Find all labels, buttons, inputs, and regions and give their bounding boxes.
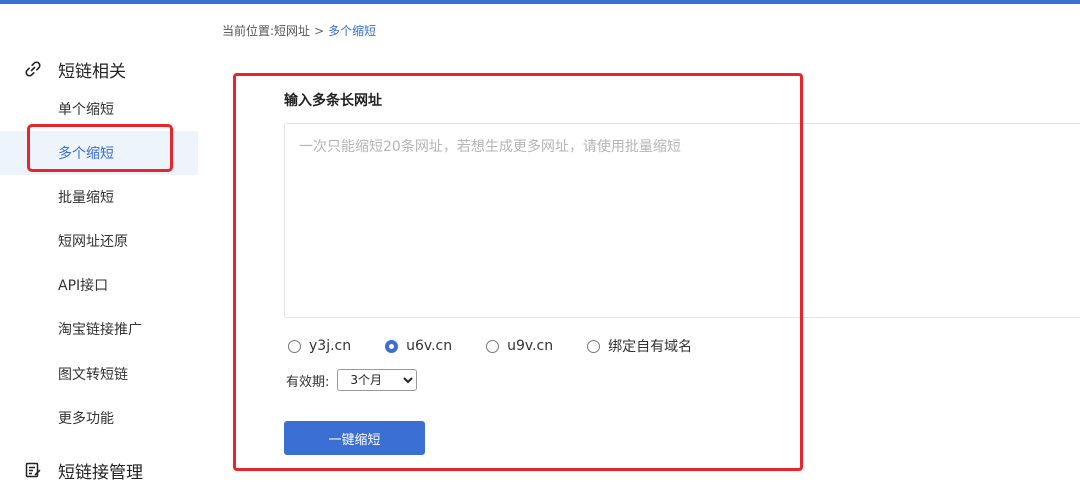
sidebar-item-label: 批量缩短 xyxy=(58,190,114,206)
radio-unchecked-icon[interactable] xyxy=(288,339,301,353)
sidebar-group-link-management[interactable]: 短链接管理 xyxy=(22,458,143,483)
breadcrumb-current: 多个缩短 xyxy=(328,24,377,38)
sidebar-item-label: 短网址还原 xyxy=(58,234,128,250)
sidebar-group-label: 短链相关 xyxy=(58,61,126,82)
sidebar-item-taobao-promo[interactable]: 淘宝链接推广 xyxy=(0,307,198,351)
radio-unchecked-icon[interactable] xyxy=(486,339,500,353)
sidebar-item-label: 多个缩短 xyxy=(58,146,114,162)
sidebar-item-label: 更多功能 xyxy=(58,411,114,427)
radio-unchecked-icon[interactable] xyxy=(587,339,601,353)
sidebar-item-batch-shorten[interactable]: 批量缩短 xyxy=(0,175,198,219)
edit-list-icon xyxy=(22,459,44,481)
sidebar-item-api[interactable]: API接口 xyxy=(0,263,198,307)
domain-option-u6v[interactable]: u6v.cn xyxy=(385,338,452,354)
domain-option-custom[interactable]: 绑定自有域名 xyxy=(587,336,692,356)
radio-checked-icon[interactable] xyxy=(385,339,399,353)
domain-option-label: 绑定自有域名 xyxy=(608,339,693,355)
sidebar-group-label: 短链接管理 xyxy=(58,462,143,483)
domain-radio-group: y3j.cn u6v.cn u9v.cn 绑定自有域名 xyxy=(288,336,726,356)
sidebar-item-label: API接口 xyxy=(58,278,109,294)
validity-select[interactable]: 3个月 xyxy=(337,369,418,391)
domain-option-label: u9v.cn xyxy=(507,338,554,354)
domain-option-y3j[interactable]: y3j.cn xyxy=(288,338,351,354)
sidebar: 短链相关 单个缩短 多个缩短 批量缩短 短网址还原 API接口 淘宝链接推广 图… xyxy=(0,4,198,500)
sidebar-item-label: 淘宝链接推广 xyxy=(58,322,142,338)
domain-option-label: y3j.cn xyxy=(309,338,352,354)
sidebar-item-single-shorten[interactable]: 单个缩短 xyxy=(0,87,198,131)
sidebar-item-label: 单个缩短 xyxy=(58,102,114,118)
domain-option-label: u6v.cn xyxy=(406,338,453,354)
sidebar-item-restore-url[interactable]: 短网址还原 xyxy=(0,219,198,263)
validity-label: 有效期: xyxy=(286,374,330,390)
long-urls-input[interactable] xyxy=(284,123,1080,318)
validity-row: 有效期: 3个月 xyxy=(286,369,418,391)
link-icon xyxy=(22,58,44,80)
sidebar-item-more-features[interactable]: 更多功能 xyxy=(0,396,198,440)
breadcrumb-prefix: 当前位置: xyxy=(222,24,275,38)
page-title: 输入多条长网址 xyxy=(284,93,382,109)
breadcrumb: 当前位置: 短网址 > 多个缩短 xyxy=(222,22,376,39)
sidebar-item-image-text-link[interactable]: 图文转短链 xyxy=(0,352,198,396)
domain-option-u9v[interactable]: u9v.cn xyxy=(486,338,553,354)
sidebar-group-short-links[interactable]: 短链相关 xyxy=(22,57,126,82)
sidebar-item-multi-shorten[interactable]: 多个缩短 xyxy=(0,131,198,175)
shorten-button[interactable]: 一键缩短 xyxy=(284,421,425,455)
breadcrumb-parent[interactable]: 短网址 xyxy=(274,22,310,39)
sidebar-item-label: 图文转短链 xyxy=(58,367,128,383)
breadcrumb-separator: > xyxy=(314,23,325,38)
